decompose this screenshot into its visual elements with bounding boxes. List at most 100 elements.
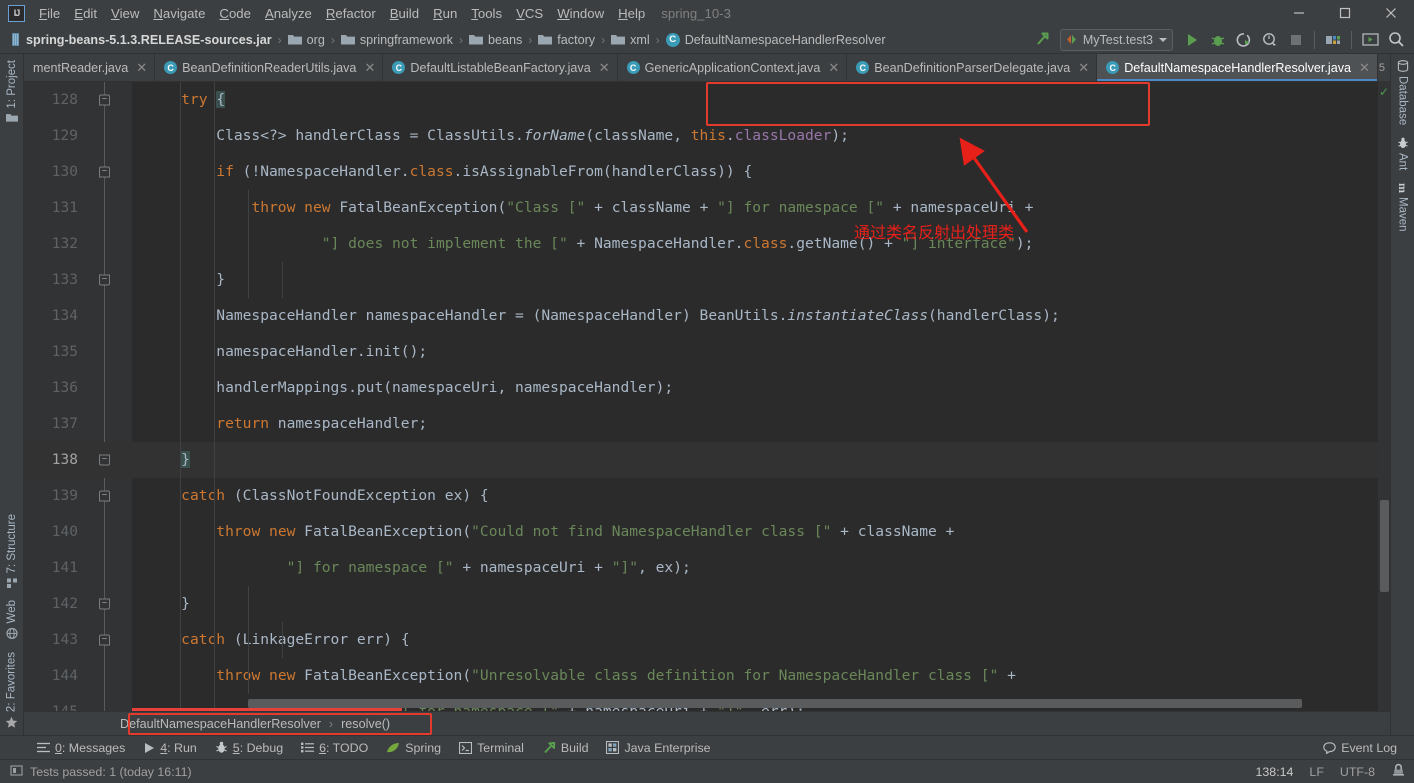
line-separator[interactable]: LF [1309, 765, 1323, 779]
run-icon[interactable] [1179, 28, 1205, 52]
code-line-140[interactable]: throw new FatalBeanException("Could not … [132, 514, 1378, 550]
editor-tab-2[interactable]: C DefaultListableBeanFactory.java ✕ [383, 54, 618, 81]
sidebar-item-web[interactable]: Web [2, 594, 22, 645]
run-configuration-selector[interactable]: MyTest.test3 [1059, 28, 1173, 51]
sidebar-item-ant[interactable]: Ant [1393, 131, 1413, 176]
minimize-button[interactable] [1276, 0, 1322, 26]
tool-window-button-spring[interactable]: Spring [377, 739, 450, 757]
gutter-line-133[interactable]: 133− [24, 262, 132, 298]
file-encoding[interactable]: UTF-8 [1340, 765, 1375, 779]
gutter-line-130[interactable]: 130− [24, 154, 132, 190]
breadcrumb-item-4[interactable]: factory [535, 32, 598, 48]
tool-window-button-java-enterprise[interactable]: Java Enterprise [597, 739, 719, 757]
code-line-143[interactable]: catch (LinkageError err) { [132, 622, 1378, 658]
horizontal-scrollbar[interactable] [242, 699, 1364, 708]
caret-position[interactable]: 138:14 [1256, 765, 1294, 779]
close-button[interactable] [1368, 0, 1414, 26]
gutter-line-143[interactable]: 143− [24, 622, 132, 658]
event-log-button[interactable]: Event Log [1314, 739, 1406, 757]
fold-toggle-icon[interactable]: − [99, 490, 110, 502]
editor-gutter[interactable]: 128−129 130−131 132 133−134 135 136 137 138−139… [24, 82, 132, 711]
breadcrumb-item-5[interactable]: xml [608, 32, 653, 48]
tool-window-button-0-messages[interactable]: 0: Messages [28, 739, 134, 757]
fold-toggle-icon[interactable]: − [99, 94, 110, 106]
gutter-line-134[interactable]: 134 [24, 298, 132, 334]
gutter-line-144[interactable]: 144 [24, 658, 132, 694]
code-line-130[interactable]: if (!NamespaceHandler.class.isAssignable… [132, 154, 1378, 190]
code-line-131[interactable]: throw new FatalBeanException("Class [" +… [132, 190, 1378, 226]
sidebar-item-project[interactable]: 1: Project [2, 54, 22, 129]
code-line-141[interactable]: "] for namespace [" + namespaceUri + "]"… [132, 550, 1378, 586]
gutter-line-140[interactable]: 140 [24, 514, 132, 550]
project-structure-icon[interactable] [1320, 28, 1346, 52]
menu-item-vcs[interactable]: VCS [509, 3, 550, 24]
breadcrumb-item-0[interactable]: spring-beans-5.1.3.RELEASE-sources.jar [7, 32, 275, 48]
close-icon[interactable]: ✕ [1078, 61, 1089, 74]
editor-tab-5[interactable]: C DefaultNamespaceHandlerResolver.java ✕ [1097, 54, 1378, 81]
tool-window-button-5-debug[interactable]: 5: Debug [206, 739, 292, 757]
gutter-line-132[interactable]: 132 [24, 226, 132, 262]
gutter-line-137[interactable]: 137 [24, 406, 132, 442]
editor-tab-0[interactable]: mentReader.java ✕ [24, 54, 156, 81]
gutter-line-128[interactable]: 128− [24, 82, 132, 118]
menu-item-refactor[interactable]: Refactor [319, 3, 383, 24]
code-line-139[interactable]: catch (ClassNotFoundException ex) { [132, 478, 1378, 514]
editor-tab-3[interactable]: C GenericApplicationContext.java ✕ [617, 54, 848, 81]
sidebar-item-maven[interactable]: m Maven [1391, 177, 1414, 238]
gutter-line-129[interactable]: 129 [24, 118, 132, 154]
tool-window-button-build[interactable]: Build [533, 739, 598, 757]
breadcrumb-item-2[interactable]: springframework [338, 32, 456, 48]
breadcrumb-item-1[interactable]: org [285, 32, 328, 48]
fold-toggle-icon[interactable]: − [99, 166, 110, 178]
menu-item-file[interactable]: File [32, 3, 67, 24]
menu-item-view[interactable]: View [104, 3, 146, 24]
gutter-line-138[interactable]: 138− [24, 442, 132, 478]
code-line-138[interactable]: } [132, 442, 1378, 478]
menu-item-code[interactable]: Code [212, 3, 258, 24]
sidebar-item-structure[interactable]: 7: Structure [2, 508, 22, 594]
close-icon[interactable]: ✕ [1359, 61, 1370, 74]
gutter-line-141[interactable]: 141 [24, 550, 132, 586]
search-everywhere-icon[interactable] [1383, 28, 1409, 52]
editor-marker-scrollbar[interactable]: ✓ [1378, 82, 1390, 711]
sidebar-item-favorites[interactable]: 2: Favorites [1, 646, 22, 735]
code-line-136[interactable]: handlerMappings.put(namespaceUri, namesp… [132, 370, 1378, 406]
fold-toggle-icon[interactable]: − [99, 454, 110, 466]
code-area[interactable]: try { Class<?> handlerClass = ClassUtils… [132, 82, 1378, 711]
profiler-icon[interactable] [1257, 28, 1283, 52]
read-only-icon[interactable] [1391, 763, 1406, 781]
menu-item-tools[interactable]: Tools [464, 3, 509, 24]
menu-item-edit[interactable]: Edit [67, 3, 104, 24]
menu-item-analyze[interactable]: Analyze [258, 3, 319, 24]
code-line-129[interactable]: Class<?> handlerClass = ClassUtils.forNa… [132, 118, 1378, 154]
debug-icon[interactable] [1205, 28, 1231, 52]
chevron-down-icon[interactable] [1159, 37, 1167, 42]
vertical-scroll-thumb[interactable] [1380, 500, 1389, 592]
gutter-line-135[interactable]: 135 [24, 334, 132, 370]
code-line-132[interactable]: "] does not implement the [" + Namespace… [132, 226, 1378, 262]
code-line-135[interactable]: namespaceHandler.init(); [132, 334, 1378, 370]
close-icon[interactable]: ✕ [136, 61, 147, 74]
code-line-128[interactable]: try { [132, 82, 1378, 118]
breadcrumb-item-6[interactable]: C DefaultNamespaceHandlerResolver [663, 32, 889, 48]
code-line-142[interactable]: } [132, 586, 1378, 622]
menu-item-navigate[interactable]: Navigate [146, 3, 212, 24]
editor-tab-4[interactable]: C BeanDefinitionParserDelegate.java ✕ [847, 54, 1098, 81]
code-line-144[interactable]: throw new FatalBeanException("Unresolvab… [132, 658, 1378, 694]
gutter-line-139[interactable]: 139− [24, 478, 132, 514]
menu-item-run[interactable]: Run [426, 3, 464, 24]
tool-window-button-terminal[interactable]: Terminal [450, 739, 533, 757]
menu-item-window[interactable]: Window [550, 3, 611, 24]
gutter-line-136[interactable]: 136 [24, 370, 132, 406]
toggle-tool-window-icon[interactable] [1357, 28, 1383, 52]
menu-item-build[interactable]: Build [383, 3, 426, 24]
breadcrumb-item-3[interactable]: beans [466, 32, 525, 48]
editor-tab-1[interactable]: C BeanDefinitionReaderUtils.java ✕ [155, 54, 384, 81]
tool-window-button-6-todo[interactable]: 6: TODO [292, 739, 377, 757]
gutter-line-131[interactable]: 131 [24, 190, 132, 226]
close-icon[interactable]: ✕ [364, 61, 375, 74]
fold-toggle-icon[interactable]: − [99, 634, 110, 646]
build-hammer-icon[interactable] [1030, 28, 1056, 52]
sidebar-item-database[interactable]: Database [1393, 54, 1413, 131]
fold-toggle-icon[interactable]: − [99, 274, 110, 286]
